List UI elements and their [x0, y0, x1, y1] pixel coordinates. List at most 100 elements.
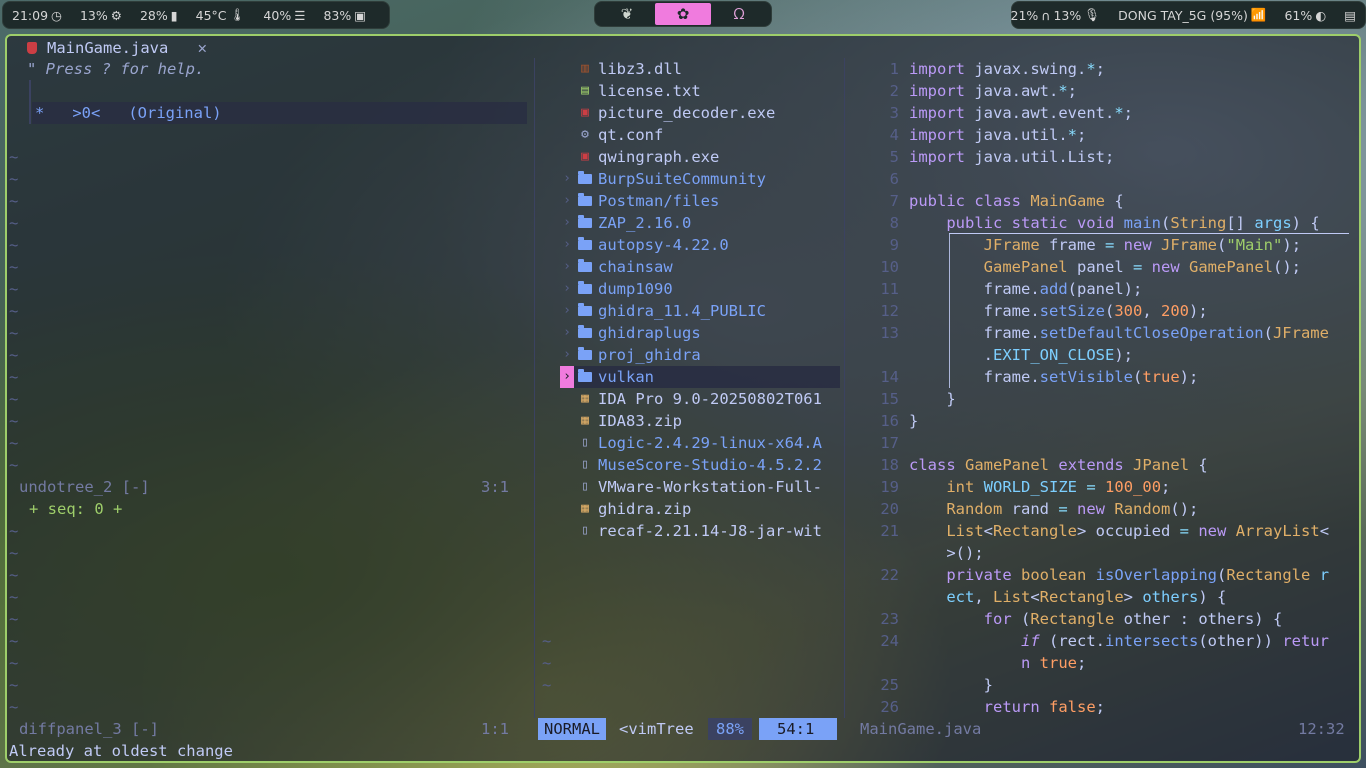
undotree-entry[interactable]: * >0< (Original) [35, 102, 222, 124]
menu-icon: ☰ [294, 7, 306, 23]
code-statusline-pos: 12:32 [1298, 720, 1345, 738]
code-line[interactable]: } [909, 410, 918, 432]
indent-guide [949, 234, 950, 388]
code-line[interactable]: return false; [909, 696, 1105, 718]
scope-underline [949, 233, 1349, 234]
chevron-right-icon[interactable]: › [560, 234, 574, 256]
code-line[interactable]: public static void main(String[] args) { [909, 212, 1319, 234]
empty-line-marker: ~ [9, 324, 19, 342]
line-number: 21 [880, 522, 899, 540]
system-menu[interactable]: ▤ [1344, 8, 1356, 23]
workspace-3[interactable]: ᘯ [711, 3, 767, 25]
tree-item-label: picture_decoder.exe [598, 104, 776, 122]
clock[interactable]: 21:09 ◷ [12, 8, 62, 23]
archive-icon: ▦ [581, 391, 589, 406]
code-line[interactable]: .EXIT_ON_CLOSE); [909, 344, 1133, 366]
code-line[interactable]: frame.setVisible(true); [909, 366, 1199, 388]
line-number [849, 344, 899, 366]
code-line[interactable]: List<Rectangle> occupied = new ArrayList… [909, 520, 1329, 542]
chevron-right-icon[interactable]: › [560, 212, 574, 234]
empty-line-marker: ~ [9, 390, 19, 408]
line-number: 25 [880, 676, 899, 694]
chevron-right-icon[interactable]: › [560, 300, 574, 322]
cpu-stat[interactable]: 13% ⚙ [80, 8, 122, 23]
split-separator-right[interactable] [844, 58, 845, 718]
microphone-icon: 🎙 [1084, 7, 1101, 22]
chevron-right-icon[interactable]: › [560, 322, 574, 344]
tree-item-label: Logic-2.4.29-linux-x64.A [598, 434, 822, 452]
code-line[interactable]: int WORLD_SIZE = 100_00; [909, 476, 1170, 498]
chevron-right-icon[interactable]: › [560, 168, 574, 190]
code-editor-pane[interactable]: 1 import javax.swing.*; 2 import java.awt.*… [849, 36, 1359, 718]
code-line[interactable]: if (rect.intersects(other)) retur [909, 630, 1329, 652]
brightness-stat[interactable]: 40% ☰ [263, 8, 305, 23]
code-line[interactable]: import java.util.List; [909, 146, 1114, 168]
empty-line-marker: ~ [542, 654, 552, 672]
code-line[interactable]: Random rand = new Random(); [909, 498, 1198, 520]
line-number: 14 [880, 368, 899, 386]
code-line[interactable]: JFrame frame = new JFrame("Main"); [909, 234, 1301, 256]
tree-item-label: recaf-2.21.14-J8-jar-wit [598, 522, 822, 540]
code-line[interactable]: frame.setDefaultCloseOperation(JFrame [909, 322, 1329, 344]
audio-stat[interactable]: 21% ∩ 13% 🎙 [1011, 7, 1101, 23]
tree-item-label: IDA83.zip [598, 412, 682, 430]
code-line[interactable]: class GamePanel extends JPanel { [909, 454, 1208, 476]
code-line[interactable]: public class MainGame { [909, 190, 1124, 212]
tree-item-label: ghidraplugs [598, 324, 701, 342]
line-number: 5 [889, 148, 899, 166]
tree-item-label: VMware-Workstation-Full- [598, 478, 822, 496]
code-line[interactable]: frame.setSize(300, 200); [909, 300, 1208, 322]
system-stats-panel: 21:09 ◷ 13% ⚙ 28% ▮ 45°C 🌡 40% ☰ 83% ▣ [2, 1, 390, 29]
code-line[interactable]: >(); [909, 542, 983, 564]
tree-item-label: IDA Pro 9.0-20250802T061 [598, 390, 822, 408]
line-number: 4 [889, 126, 899, 144]
code-line[interactable]: for (Rectangle other : others) { [909, 608, 1283, 630]
code-line[interactable]: private boolean isOverlapping(Rectangle … [909, 564, 1329, 586]
code-line[interactable]: } [909, 674, 993, 696]
buffer-tab[interactable]: MainGame.java ✕ [47, 37, 207, 59]
chevron-right-icon[interactable]: › [560, 278, 574, 300]
tree-item-label: autopsy-4.22.0 [598, 236, 729, 254]
battery-stat[interactable]: 83% ▣ [323, 8, 366, 23]
document-icon: ▯ [581, 435, 589, 450]
split-separator-left[interactable] [534, 58, 535, 718]
folder-icon [578, 256, 592, 278]
code-statusline-file: MainGame.java [860, 720, 982, 738]
line-number: 2 [889, 82, 899, 100]
diffpanel-statusline: diffpanel_3 [-] 1:1 [19, 720, 509, 738]
code-line[interactable]: n true; [909, 652, 1086, 674]
line-number: 8 [889, 214, 899, 232]
terminal-window: MainGame.java ✕ " Press ? for help. * >0… [5, 34, 1361, 763]
code-line[interactable]: } [909, 388, 955, 410]
code-line[interactable]: frame.add(panel); [909, 278, 1143, 300]
temperature-stat[interactable]: 45°C 🌡 [196, 7, 246, 23]
empty-line-marker: ~ [9, 566, 19, 584]
close-icon[interactable]: ✕ [198, 39, 207, 57]
line-number: 19 [880, 478, 899, 496]
memory-stat[interactable]: 28% ▮ [140, 8, 178, 23]
line-number [849, 586, 899, 608]
wifi-stat[interactable]: DONG TAY_5G (95%) 📶 [1118, 7, 1266, 23]
line-number: 24 [880, 632, 899, 650]
code-line[interactable]: ect, List<Rectangle> others) { [909, 586, 1226, 608]
statusline-percent: 88% [708, 718, 752, 740]
memory-icon: ▮ [170, 7, 178, 23]
empty-line-marker: ~ [9, 588, 19, 606]
empty-line-marker: ~ [9, 456, 19, 474]
code-line[interactable]: import java.util.*; [909, 124, 1086, 146]
code-line[interactable]: GamePanel panel = new GamePanel(); [909, 256, 1301, 278]
code-line[interactable]: import java.awt.*; [909, 80, 1077, 102]
chevron-right-icon[interactable]: › [560, 256, 574, 278]
workspace-1[interactable]: ❦ [599, 3, 655, 25]
empty-line-marker: ~ [9, 698, 19, 716]
chevron-right-icon[interactable]: › [560, 190, 574, 212]
code-line[interactable]: import java.awt.event.*; [909, 102, 1133, 124]
tree-item-label: license.txt [598, 82, 701, 100]
chevron-right-icon[interactable]: › [560, 344, 574, 366]
code-line[interactable]: import javax.swing.*; [909, 58, 1105, 80]
chevron-right-icon[interactable]: › [560, 366, 574, 388]
workspace-2[interactable]: ✿ [655, 3, 711, 25]
workspace-switcher: ❦ ✿ ᘯ [594, 1, 772, 27]
battery-stat-right[interactable]: 61% ◐ [1284, 8, 1326, 23]
undotree-help: " Press ? for help. [27, 60, 205, 78]
